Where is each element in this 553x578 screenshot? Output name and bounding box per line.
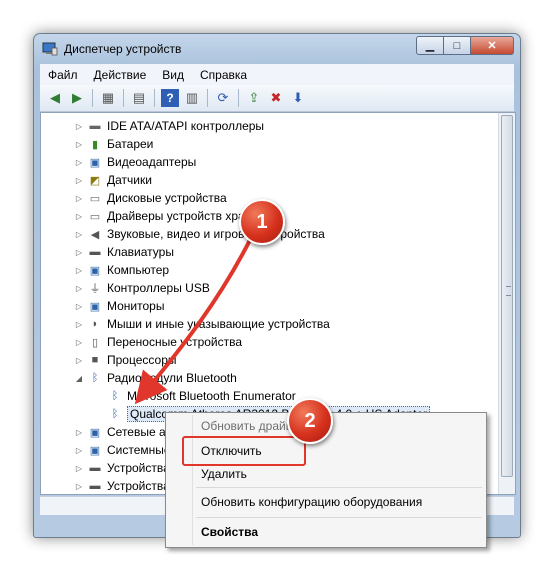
step-badge-2: 2 (287, 398, 333, 444)
step-badge-1: 1 (239, 199, 285, 245)
annotation-arrow (134, 235, 254, 405)
